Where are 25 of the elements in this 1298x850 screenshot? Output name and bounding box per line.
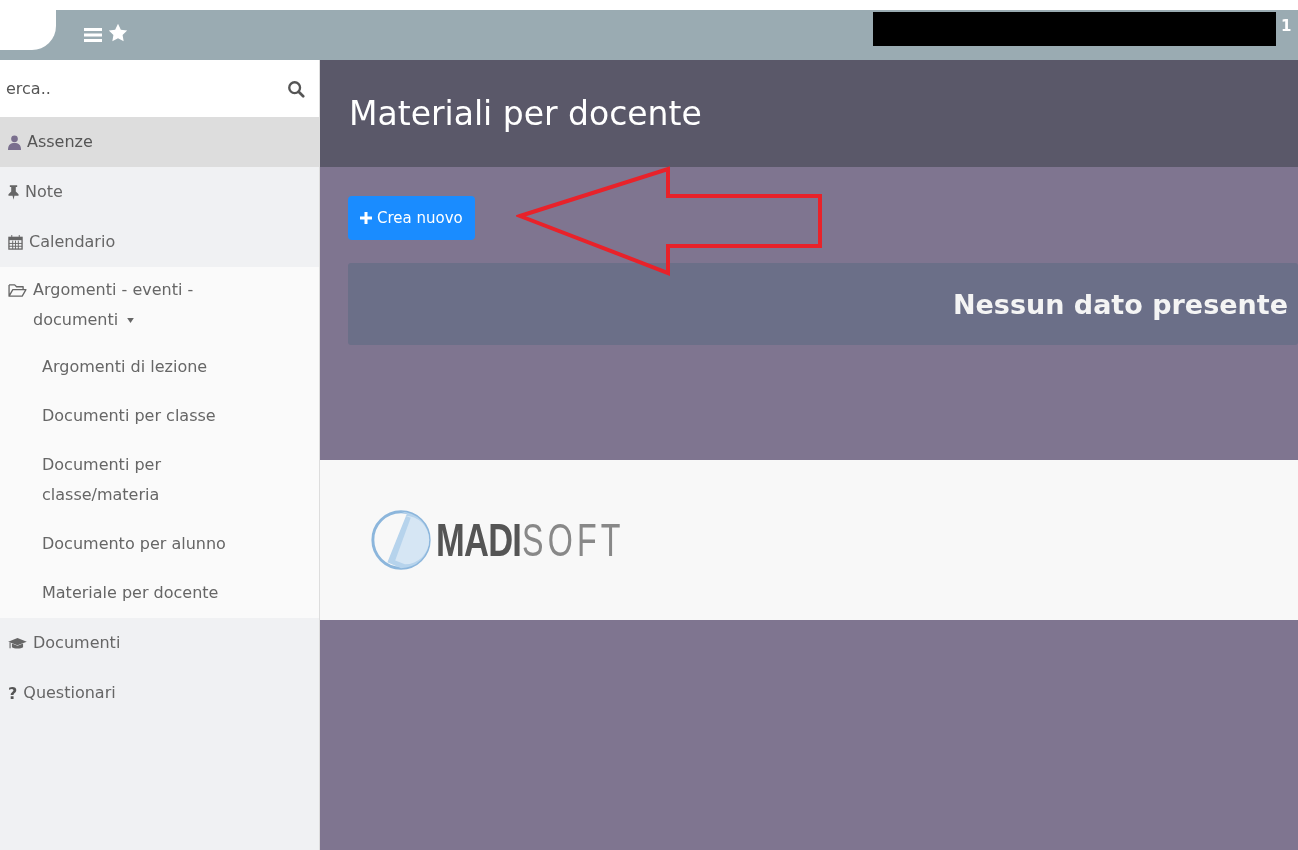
- submenu-item[interactable]: Documenti per classe/materia: [0, 441, 260, 520]
- submenu-item[interactable]: Argomenti di lezione: [0, 343, 260, 392]
- sidebar-item[interactable]: ? Questionari: [0, 668, 319, 718]
- create-button[interactable]: Crea nuovo: [348, 196, 475, 240]
- logo-text: SOFT: [521, 513, 625, 567]
- page-title: Materiali per docente: [349, 94, 702, 133]
- topbar-text: 1: [1281, 17, 1292, 35]
- search-icon[interactable]: [287, 79, 305, 98]
- empty-message: Nessun dato presente: [952, 288, 1288, 320]
- logo-text: MADI: [436, 513, 522, 567]
- submenu-item[interactable]: Materiale per docente: [0, 569, 260, 618]
- star-icon[interactable]: [108, 23, 128, 43]
- sidebar-item[interactable]: Assenze: [0, 117, 319, 167]
- sidebar-item[interactable]: Argomenti - eventi - documenti: [0, 267, 319, 343]
- menu-icon[interactable]: [84, 27, 102, 43]
- submenu-item[interactable]: Documento per alunno: [0, 520, 260, 569]
- graduation-cap-icon: [8, 636, 27, 650]
- pin-icon: [8, 184, 19, 200]
- sidebar-item[interactable]: Calendario: [0, 217, 319, 267]
- calendar-icon: [8, 234, 23, 250]
- sidebar-item[interactable]: Note: [0, 167, 319, 217]
- folder-icon: [8, 283, 27, 298]
- submenu-item[interactable]: Documenti per classe: [0, 392, 260, 441]
- user-icon: [8, 134, 21, 150]
- plus-icon: [360, 212, 372, 224]
